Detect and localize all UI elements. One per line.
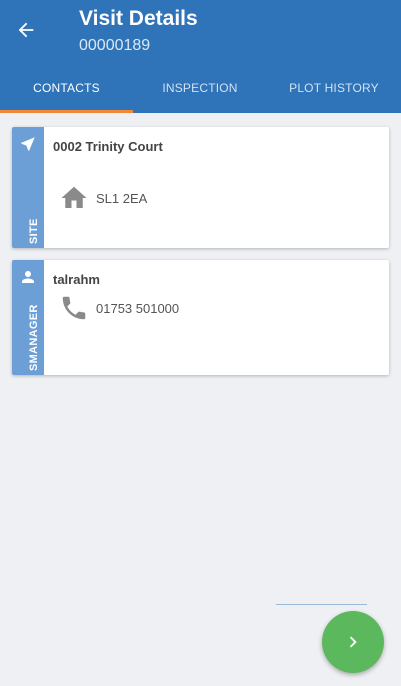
person-icon — [22, 271, 34, 283]
page-title: Visit Details — [79, 7, 198, 30]
back-arrow-icon — [18, 22, 34, 38]
manager-card[interactable]: SMANAGER talrahm 01753 501000 — [12, 260, 389, 375]
tab-contacts[interactable]: CONTACTS — [0, 68, 133, 113]
tab-plot-history[interactable]: PLOT HISTORY — [267, 68, 401, 113]
home-icon — [61, 186, 87, 208]
manager-name: talrahm — [53, 272, 100, 287]
manager-strip: SMANAGER — [12, 260, 44, 375]
navigation-arrow-icon — [21, 137, 35, 151]
phone-icon — [62, 296, 86, 320]
manager-phone: 01753 501000 — [96, 300, 180, 316]
app-bar: Visit Details 00000189 CONTACTS INSPECTI… — [0, 0, 401, 113]
manager-phone-row[interactable]: 01753 501000 — [59, 293, 179, 323]
site-strip: SITE — [12, 127, 44, 248]
site-card[interactable]: SITE 0002 Trinity Court SL1 2EA — [12, 127, 389, 248]
next-button[interactable] — [322, 611, 384, 673]
site-postcode-row: SL1 2EA — [59, 183, 147, 213]
header-titles: Visit Details 00000189 — [79, 6, 198, 57]
site-name: 0002 Trinity Court — [53, 139, 163, 154]
chevron-right-icon — [349, 636, 357, 648]
tab-inspection[interactable]: INSPECTION — [133, 68, 267, 113]
visit-number: 00000189 — [79, 37, 151, 54]
tab-bar: CONTACTS INSPECTION PLOT HISTORY — [0, 68, 401, 113]
site-strip-label: SITE — [28, 218, 40, 244]
manager-strip-label: SMANAGER — [28, 304, 40, 371]
back-button[interactable] — [8, 12, 44, 48]
divider — [276, 604, 367, 605]
site-postcode: SL1 2EA — [96, 190, 148, 206]
